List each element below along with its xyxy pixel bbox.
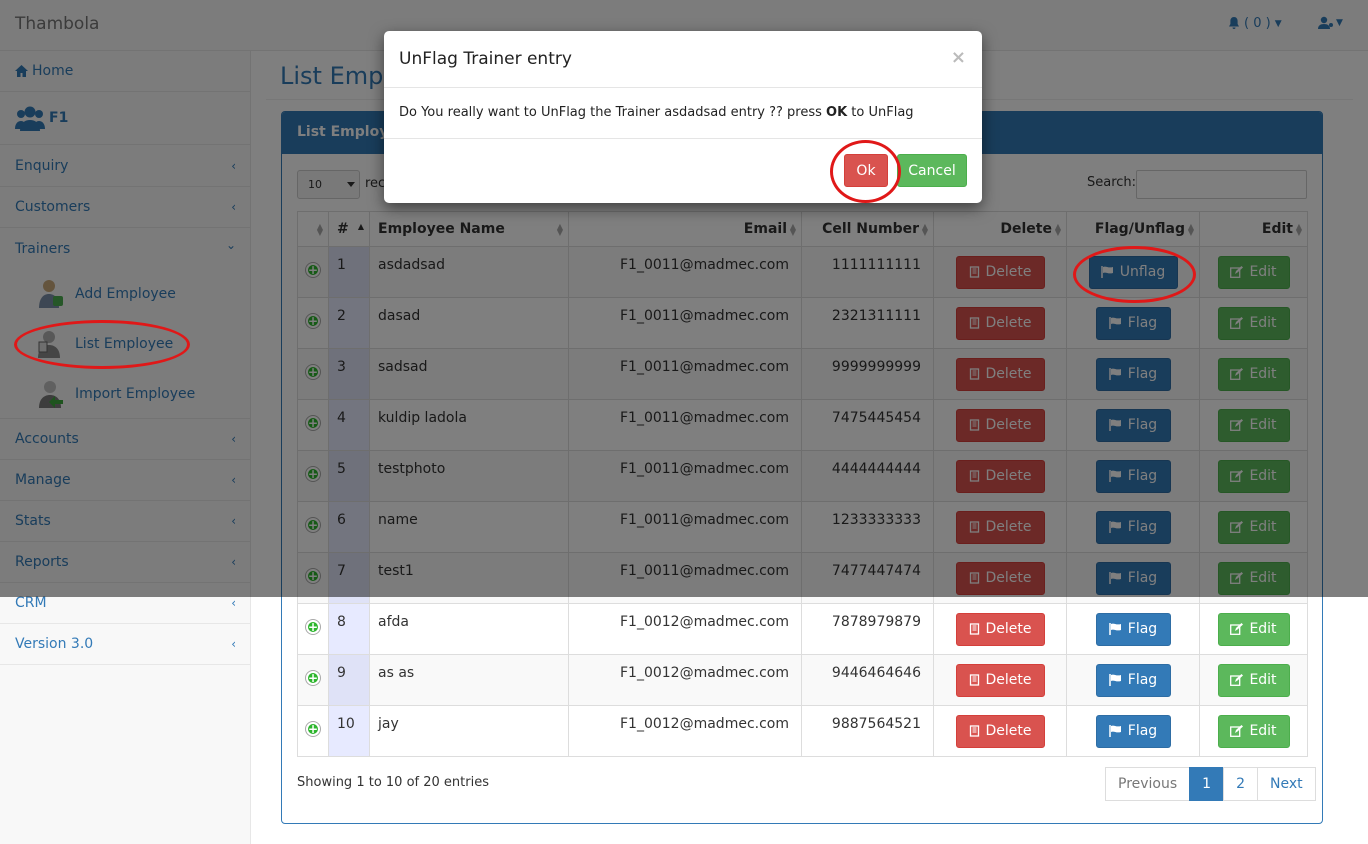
pagination: Previous 1 2 Next — [1105, 767, 1316, 801]
modal-title: UnFlag Trainer entry — [399, 49, 572, 69]
employee-cell: 9887564521 — [801, 705, 934, 757]
edit-icon — [1230, 725, 1244, 737]
divider — [384, 138, 982, 139]
pagination-next[interactable]: Next — [1257, 767, 1316, 801]
edit-button[interactable]: Edit — [1217, 714, 1290, 748]
flag-cell: Flag — [1066, 654, 1200, 706]
expand-row-icon[interactable]: + — [306, 620, 320, 634]
cancel-button[interactable]: Cancel — [897, 154, 967, 187]
edit-icon — [1230, 674, 1244, 686]
edit-cell: Edit — [1199, 654, 1308, 706]
table-row: +8 afda F1_0012@madmec.com 7878979879 Delete… — [297, 603, 1308, 655]
delete-cell: Delete — [933, 705, 1067, 757]
edit-cell: Edit — [1199, 705, 1308, 757]
trash-icon — [969, 725, 979, 737]
sidebar-item-label: Version 3.0 — [15, 636, 94, 652]
highlight-ring-list-employee — [14, 320, 190, 369]
table-row: +9 as as F1_0012@madmec.com 9446464646 Delet… — [297, 654, 1308, 706]
flag-cell: Flag — [1066, 603, 1200, 655]
row-number: 8 — [328, 603, 370, 655]
row-number: 10 — [328, 705, 370, 757]
employee-name: jay — [369, 705, 569, 757]
delete-button[interactable]: Delete — [955, 714, 1045, 748]
row-number: 9 — [328, 654, 370, 706]
edit-cell: Edit — [1199, 603, 1308, 655]
highlight-ring-ok — [830, 140, 901, 203]
edit-button[interactable]: Edit — [1217, 663, 1290, 697]
table-info: Showing 1 to 10 of 20 entries — [297, 775, 489, 790]
expand-cell: + — [297, 705, 329, 757]
edit-button[interactable]: Edit — [1217, 612, 1290, 646]
flag-cell: Flag — [1066, 705, 1200, 757]
highlight-ring-unflag — [1073, 246, 1196, 303]
flag-button[interactable]: Flag — [1095, 663, 1171, 697]
employee-cell: 7878979879 — [801, 603, 934, 655]
delete-button[interactable]: Delete — [955, 663, 1045, 697]
flag-icon — [1109, 623, 1121, 635]
flag-icon — [1109, 725, 1121, 737]
flag-icon — [1109, 674, 1121, 686]
expand-cell: + — [297, 654, 329, 706]
employee-email: F1_0012@madmec.com — [568, 654, 802, 706]
edit-icon — [1230, 623, 1244, 635]
delete-cell: Delete — [933, 654, 1067, 706]
pagination-page-2[interactable]: 2 — [1223, 767, 1259, 801]
flag-button[interactable]: Flag — [1095, 714, 1171, 748]
employee-cell: 9446464646 — [801, 654, 934, 706]
close-icon[interactable]: × — [951, 47, 966, 68]
flag-button[interactable]: Flag — [1095, 612, 1171, 646]
pagination-previous[interactable]: Previous — [1105, 767, 1191, 801]
delete-button[interactable]: Delete — [955, 612, 1045, 646]
employee-name: afda — [369, 603, 569, 655]
employee-email: F1_0012@madmec.com — [568, 705, 802, 757]
sidebar-item-version[interactable]: Version 3.0 ‹ — [0, 624, 250, 665]
chevron-left-icon: ‹ — [231, 637, 236, 651]
chevron-left-icon: ‹ — [231, 596, 236, 610]
expand-row-icon[interactable]: + — [306, 722, 320, 736]
expand-row-icon[interactable]: + — [306, 671, 320, 685]
trash-icon — [969, 674, 979, 686]
pagination-page-1[interactable]: 1 — [1189, 767, 1225, 801]
expand-cell: + — [297, 603, 329, 655]
sidebar-item-label: CRM — [15, 595, 47, 611]
employee-email: F1_0012@madmec.com — [568, 603, 802, 655]
delete-cell: Delete — [933, 603, 1067, 655]
modal-message: Do You really want to UnFlag the Trainer… — [399, 105, 914, 120]
employee-name: as as — [369, 654, 569, 706]
trash-icon — [969, 623, 979, 635]
divider — [384, 87, 982, 88]
table-row: +10 jay F1_0012@madmec.com 9887564521 Delete… — [297, 705, 1308, 757]
